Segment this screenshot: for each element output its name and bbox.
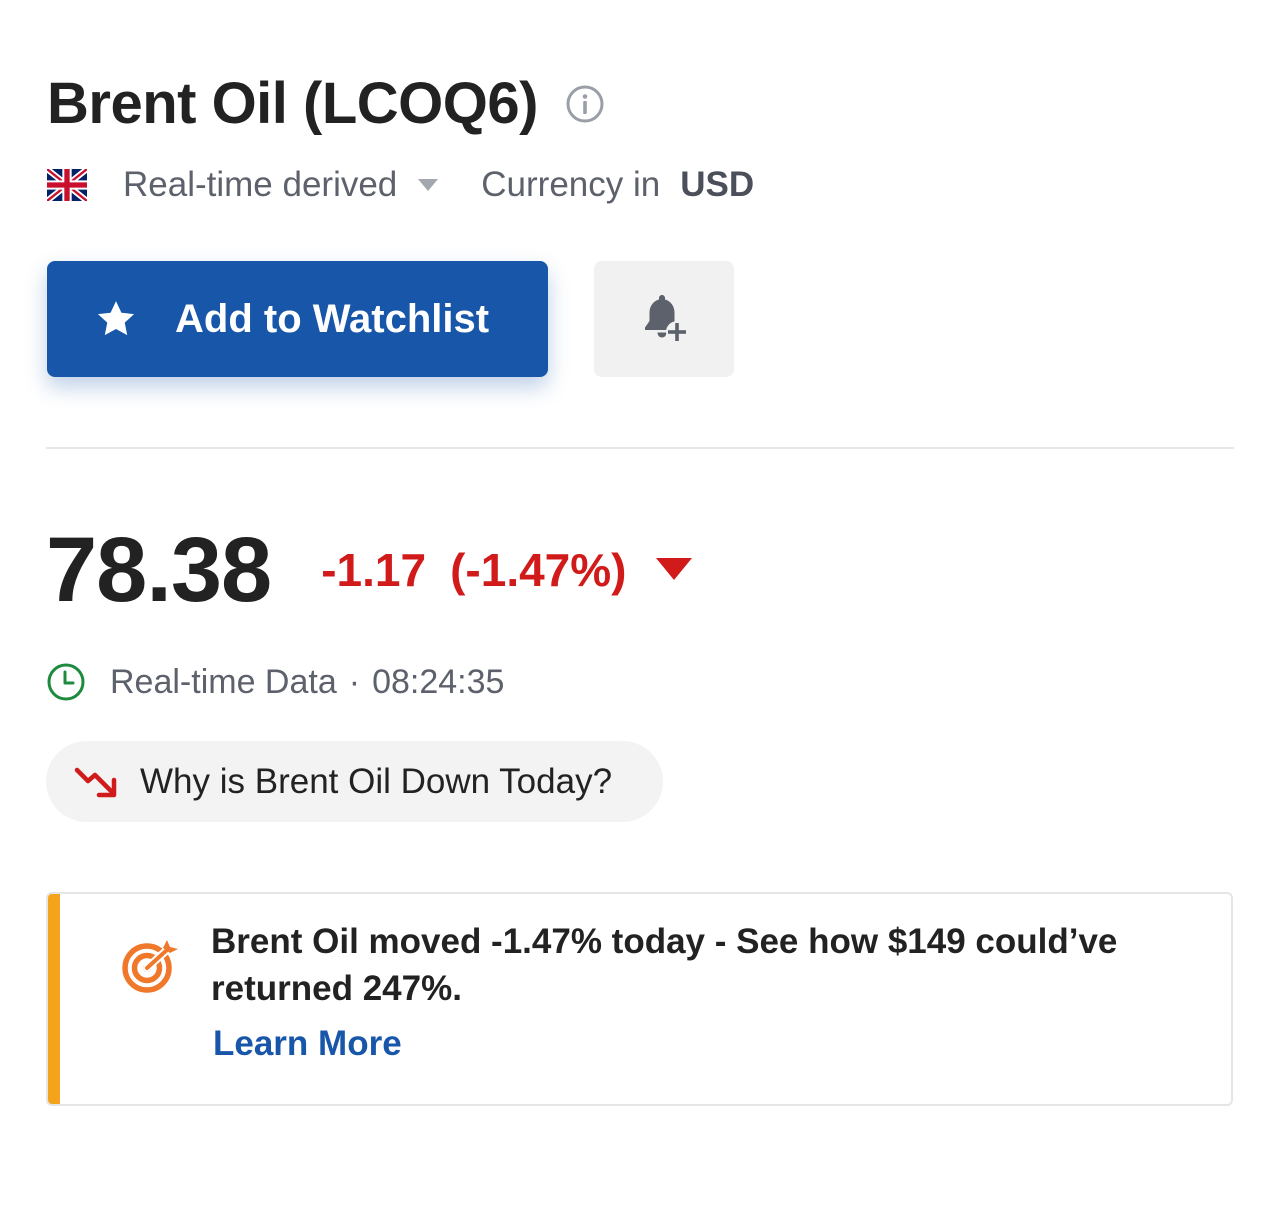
- last-price: 78.38: [46, 518, 272, 621]
- why-down-label: Why is Brent Oil Down Today?: [140, 761, 613, 801]
- promo-card: Brent Oil moved -1.47% today - See how $…: [46, 892, 1233, 1106]
- star-icon: [97, 301, 135, 336]
- trend-down-icon: [74, 767, 117, 797]
- realtime-separator: ·: [348, 662, 361, 701]
- add-to-watchlist-label: Add to Watchlist: [175, 296, 490, 341]
- clock-icon: [47, 663, 85, 701]
- price-change-percent: (-1.47%): [450, 544, 627, 596]
- bell-plus-icon: [645, 295, 688, 343]
- info-circle-icon[interactable]: [566, 85, 604, 123]
- title-row: Brent Oil (LCOQ6): [47, 70, 604, 138]
- section-divider: [46, 447, 1234, 449]
- target-icon: [122, 940, 178, 993]
- instrument-meta: Real-time derived Currency in USD: [47, 163, 754, 207]
- currency-label: Currency in: [481, 165, 661, 204]
- triangle-down-icon: [656, 558, 693, 580]
- create-alert-button[interactable]: [594, 261, 734, 377]
- realtime-status: Real-time Data · 08:24:35: [46, 660, 504, 704]
- realtime-time: 08:24:35: [372, 662, 505, 701]
- uk-flag-icon: [47, 169, 87, 201]
- learn-more-link[interactable]: Learn More: [213, 1024, 402, 1064]
- page-title: Brent Oil (LCOQ6): [47, 71, 538, 136]
- price-change: -1.17: [321, 544, 427, 596]
- data-source-dropdown[interactable]: Real-time derived: [123, 165, 397, 205]
- quote-row: 78.38 -1.17 (-1.47%): [46, 518, 693, 621]
- add-to-watchlist-button[interactable]: Add to Watchlist: [47, 261, 548, 377]
- why-down-button[interactable]: Why is Brent Oil Down Today?: [46, 741, 663, 822]
- currency-value: USD: [680, 165, 755, 204]
- realtime-label: Real-time Data: [110, 662, 337, 701]
- promo-message: Brent Oil moved -1.47% today - See how $…: [211, 922, 1118, 1008]
- promo-accent-bar: [48, 894, 60, 1104]
- chevron-down-icon[interactable]: [417, 178, 439, 192]
